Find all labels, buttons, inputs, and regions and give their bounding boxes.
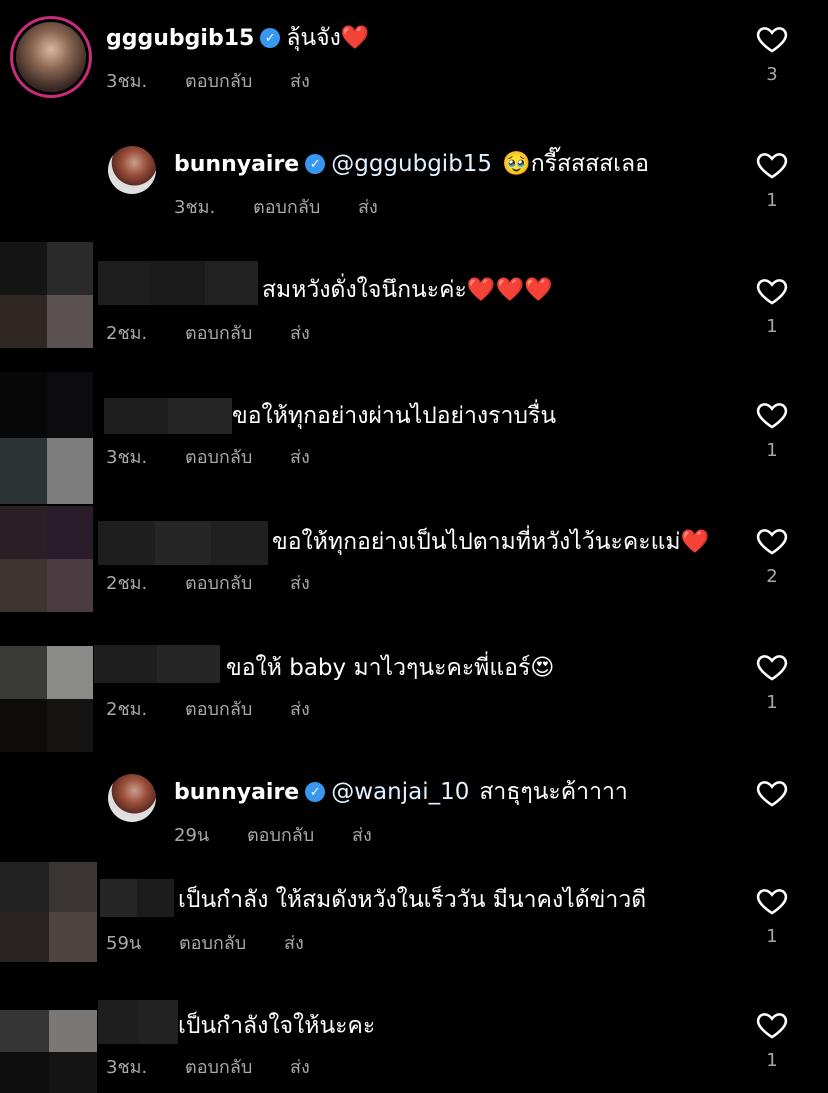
send-button[interactable]: ส่ง [290, 323, 310, 344]
heart-outline-icon[interactable] [755, 524, 789, 558]
comment-time: 2ชม. [106, 699, 148, 720]
mention-link[interactable]: @gggubgib15 [331, 151, 492, 177]
comment-line: เป็นกำลัง ให้สมดังหวังในเร็ววัน มีนาคงได… [178, 882, 646, 918]
mention-link[interactable]: @wanjai_10 [331, 779, 469, 805]
send-button[interactable]: ส่ง [284, 933, 304, 954]
redacted-username [98, 1000, 178, 1044]
like-count: 1 [766, 1050, 778, 1071]
comment-line: bunnyaire ✓ @gggubgib15 🥹กรี๊สสสสเลอ [174, 146, 649, 182]
redacted-username [98, 261, 258, 305]
comment-meta: 2ชม. ตอบกลับ ส่ง [106, 694, 342, 723]
comment-line: ขอให้ baby มาไวๆนะคะพี่แอร์😍 [226, 650, 554, 686]
like-count: 3 [766, 64, 778, 85]
comment-time: 2ชม. [106, 323, 148, 344]
username[interactable]: bunnyaire [174, 780, 299, 805]
reply-button[interactable]: ตอบกลับ [247, 825, 314, 846]
comment-time: 3ชม. [174, 197, 216, 218]
comment-line: สมหวังดั่งใจนึกนะค่ะ❤️❤️❤️ [262, 272, 553, 308]
comment-text: 🥹กรี๊สสสสเลอ [502, 151, 649, 177]
comment-line: ขอให้ทุกอย่างผ่านไปอย่างราบรื่น [232, 398, 556, 434]
username[interactable]: bunnyaire [174, 152, 299, 177]
avatar[interactable] [108, 774, 156, 822]
redacted-username [94, 645, 220, 683]
avatar[interactable] [108, 146, 156, 194]
reply-button[interactable]: ตอบกลับ [179, 933, 246, 954]
comment-meta: 3ชม. ตอบกลับ ส่ง [106, 66, 342, 95]
like-count: 1 [766, 190, 778, 211]
avatar[interactable] [0, 242, 93, 348]
like-count: 2 [766, 566, 778, 587]
comment-time: 2ชม. [106, 573, 148, 594]
reply-button[interactable]: ตอบกลับ [185, 447, 252, 468]
comment-text: ลุ้นจัง❤️ [286, 25, 370, 51]
comment-time: 3ชม. [106, 71, 148, 92]
comment-meta: 3ชม. ตอบกลับ ส่ง [106, 1052, 342, 1081]
reply-button[interactable]: ตอบกลับ [253, 197, 320, 218]
heart-outline-icon[interactable] [755, 22, 789, 56]
heart-outline-icon[interactable] [755, 1008, 789, 1042]
heart-outline-icon[interactable] [755, 650, 789, 684]
heart-outline-icon[interactable] [755, 776, 789, 810]
comment-time: 3ชม. [106, 447, 148, 468]
send-button[interactable]: ส่ง [290, 699, 310, 720]
heart-outline-icon[interactable] [755, 398, 789, 432]
comment-text: ขอให้ baby มาไวๆนะคะพี่แอร์😍 [226, 655, 555, 681]
username[interactable]: gggubgib15 [106, 26, 254, 51]
comment-line: bunnyaire ✓ @wanjai_10 สาธุๆนะค้าาาา [174, 774, 628, 810]
comment-text: เป็นกำลัง ให้สมดังหวังในเร็ววัน มีนาคงได… [178, 887, 647, 913]
verified-badge-icon: ✓ [305, 154, 326, 174]
like-count: 1 [766, 316, 778, 337]
send-button[interactable]: ส่ง [352, 825, 372, 846]
verified-badge-icon: ✓ [305, 782, 326, 802]
like-count: 1 [766, 440, 778, 461]
comment-meta: 3ชม. ตอบกลับ ส่ง [174, 192, 410, 221]
comment-time: 29น [174, 825, 210, 846]
reply-button[interactable]: ตอบกลับ [185, 71, 252, 92]
redacted-username [100, 879, 174, 917]
comment-time: 3ชม. [106, 1057, 148, 1078]
avatar[interactable] [0, 372, 93, 504]
heart-outline-icon[interactable] [755, 148, 789, 182]
comment-text: ขอให้ทุกอย่างผ่านไปอย่างราบรื่น [232, 403, 557, 429]
comment-text: สมหวังดั่งใจนึกนะค่ะ❤️❤️❤️ [262, 277, 553, 303]
like-count: 1 [766, 926, 778, 947]
avatar[interactable] [0, 862, 97, 962]
avatar[interactable] [0, 646, 93, 752]
heart-outline-icon[interactable] [755, 274, 789, 308]
send-button[interactable]: ส่ง [290, 573, 310, 594]
send-button[interactable]: ส่ง [290, 1057, 310, 1078]
comment-line: เป็นกำลังใจให้นะคะ [178, 1008, 375, 1044]
verified-badge-icon: ✓ [260, 28, 281, 48]
comment-meta: 3ชม. ตอบกลับ ส่ง [106, 442, 342, 471]
comment-text: ขอให้ทุกอย่างเป็นไปตามที่หวังไว้นะคะแม่❤… [272, 529, 710, 555]
heart-outline-icon[interactable] [755, 884, 789, 918]
comment-meta: 29น ตอบกลับ ส่ง [174, 820, 404, 849]
comment-line: ขอให้ทุกอย่างเป็นไปตามที่หวังไว้นะคะแม่❤… [272, 524, 709, 560]
comment-meta: 59น ตอบกลับ ส่ง [106, 928, 336, 957]
comment-meta: 2ชม. ตอบกลับ ส่ง [106, 318, 342, 347]
comment-text: เป็นกำลังใจให้นะคะ [178, 1013, 376, 1039]
send-button[interactable]: ส่ง [290, 447, 310, 468]
reply-button[interactable]: ตอบกลับ [185, 573, 252, 594]
reply-button[interactable]: ตอบกลับ [185, 1057, 252, 1078]
avatar[interactable] [0, 1010, 97, 1093]
reply-button[interactable]: ตอบกลับ [185, 323, 252, 344]
reply-button[interactable]: ตอบกลับ [185, 699, 252, 720]
comment-line: gggubgib15 ✓ ลุ้นจัง❤️ [106, 20, 369, 56]
avatar[interactable] [16, 22, 86, 92]
avatar[interactable] [0, 506, 93, 612]
comment-meta: 2ชม. ตอบกลับ ส่ง [106, 568, 342, 597]
comment-text: สาธุๆนะค้าาาา [479, 779, 628, 805]
send-button[interactable]: ส่ง [290, 71, 310, 92]
redacted-username [98, 521, 269, 565]
redacted-username [104, 398, 232, 434]
send-button[interactable]: ส่ง [358, 197, 378, 218]
comment-time: 59น [106, 933, 142, 954]
like-count: 1 [766, 692, 778, 713]
